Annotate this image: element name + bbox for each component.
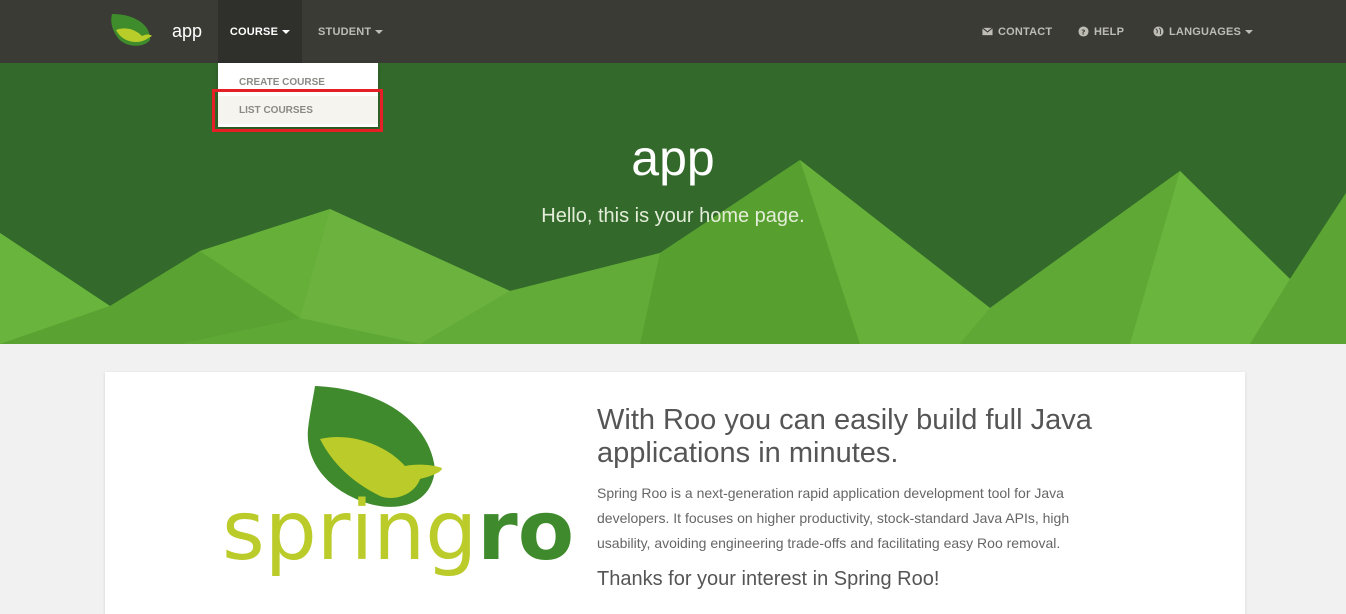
nav-languages[interactable]: LANGUAGES bbox=[1153, 0, 1254, 63]
card-description: Spring Roo is a next-generation rapid ap… bbox=[597, 485, 1070, 551]
caret-down-icon bbox=[375, 29, 384, 34]
nav-course-label: COURSE bbox=[229, 25, 279, 38]
polygon-background bbox=[0, 63, 1346, 344]
logo-wordmark: springroo bbox=[222, 484, 575, 579]
nav-course[interactable]: COURSE bbox=[218, 0, 302, 63]
svg-text:?: ? bbox=[1081, 27, 1085, 36]
hero-title: app bbox=[631, 130, 715, 186]
nav-contact[interactable]: CONTACT bbox=[982, 0, 1052, 63]
nav-help[interactable]: ? HELP bbox=[1078, 0, 1124, 63]
intro-card: springroo With Roo you can easily build … bbox=[105, 372, 1245, 614]
highlight-box bbox=[212, 89, 383, 132]
navbar: app COURSE STUDENT CONTACT ? HELP LANGUA… bbox=[0, 0, 1346, 63]
hero-banner: app Hello, this is your home page. bbox=[0, 63, 1346, 344]
nav-contact-label: CONTACT bbox=[998, 25, 1053, 38]
hero-subtitle: Hello, this is your home page. bbox=[541, 205, 805, 227]
card-thanks: Thanks for your interest in Spring Roo! bbox=[597, 568, 940, 590]
nav-student[interactable]: STUDENT bbox=[318, 0, 384, 63]
question-circle-icon: ? bbox=[1078, 26, 1089, 37]
card-heading: With Roo you can easily build full Java … bbox=[597, 404, 1092, 469]
nav-languages-label: LANGUAGES bbox=[1169, 25, 1242, 38]
roo-logo-icon bbox=[111, 13, 152, 46]
caret-down-icon bbox=[1245, 29, 1254, 34]
brand-text: app bbox=[172, 21, 203, 41]
spring-roo-logo: springroo bbox=[222, 386, 575, 579]
nav-help-label: HELP bbox=[1094, 25, 1125, 38]
envelope-icon bbox=[982, 27, 993, 36]
menu-item-create-course-label: CREATE COURSE bbox=[239, 76, 325, 88]
nav-student-label: STUDENT bbox=[318, 25, 372, 38]
globe-icon bbox=[1153, 26, 1164, 37]
brand-link[interactable]: app bbox=[106, 4, 216, 59]
caret-down-icon bbox=[282, 29, 291, 34]
